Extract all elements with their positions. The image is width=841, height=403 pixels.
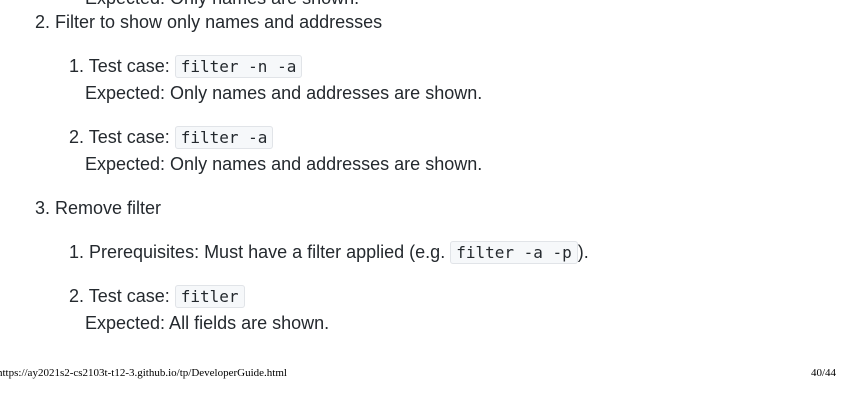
command-code: filter -a -p: [450, 241, 578, 264]
section-title: Remove filter: [55, 198, 162, 218]
test-case-label: Test case:: [88, 56, 175, 76]
list-item: 1. Prerequisites: Must have a filter app…: [64, 241, 589, 264]
command-code: filter -a: [174, 126, 274, 149]
test-case-label: Test case:: [88, 286, 175, 306]
section-title: Filter to show only names and addresses: [55, 12, 383, 32]
command-code: filter -n -a: [174, 55, 303, 78]
test-case-label: Test case:: [88, 127, 175, 147]
expected-result: Expected: Only names and addresses are s…: [85, 83, 483, 103]
clipped-expected-line: Expected: Only names are shown.: [85, 0, 359, 9]
list-number: 3.: [34, 198, 50, 218]
section-heading-filter-names-addresses: 2. Filter to show only names and address…: [30, 11, 382, 33]
list-item: 1. Test case: filter -n -a: [64, 55, 303, 78]
prerequisites-label: Prerequisites: Must have a filter applie…: [89, 242, 451, 262]
list-item: 2. Test case: fitler: [64, 285, 245, 308]
footer-url: https://ay2021s2-cs2103t-t12-3.github.io…: [0, 367, 287, 379]
list-item: 2. Test case: filter -a: [64, 126, 274, 149]
list-number: 2.: [34, 12, 50, 32]
section-heading-remove-filter: 3. Remove filter: [30, 197, 161, 219]
list-number: 1.: [68, 242, 84, 262]
list-number: 2.: [68, 286, 84, 306]
list-number: 1.: [68, 56, 84, 76]
list-number: 2.: [68, 127, 84, 147]
page-number: 40/44: [810, 367, 836, 379]
expected-result: Expected: Only names and addresses are s…: [85, 154, 483, 174]
command-code: fitler: [174, 285, 245, 308]
document-page: Expected: Only names are shown. 2. Filte…: [0, 0, 841, 403]
expected-result: Expected: All fields are shown.: [85, 313, 330, 333]
prerequisites-suffix: ).: [577, 242, 589, 262]
